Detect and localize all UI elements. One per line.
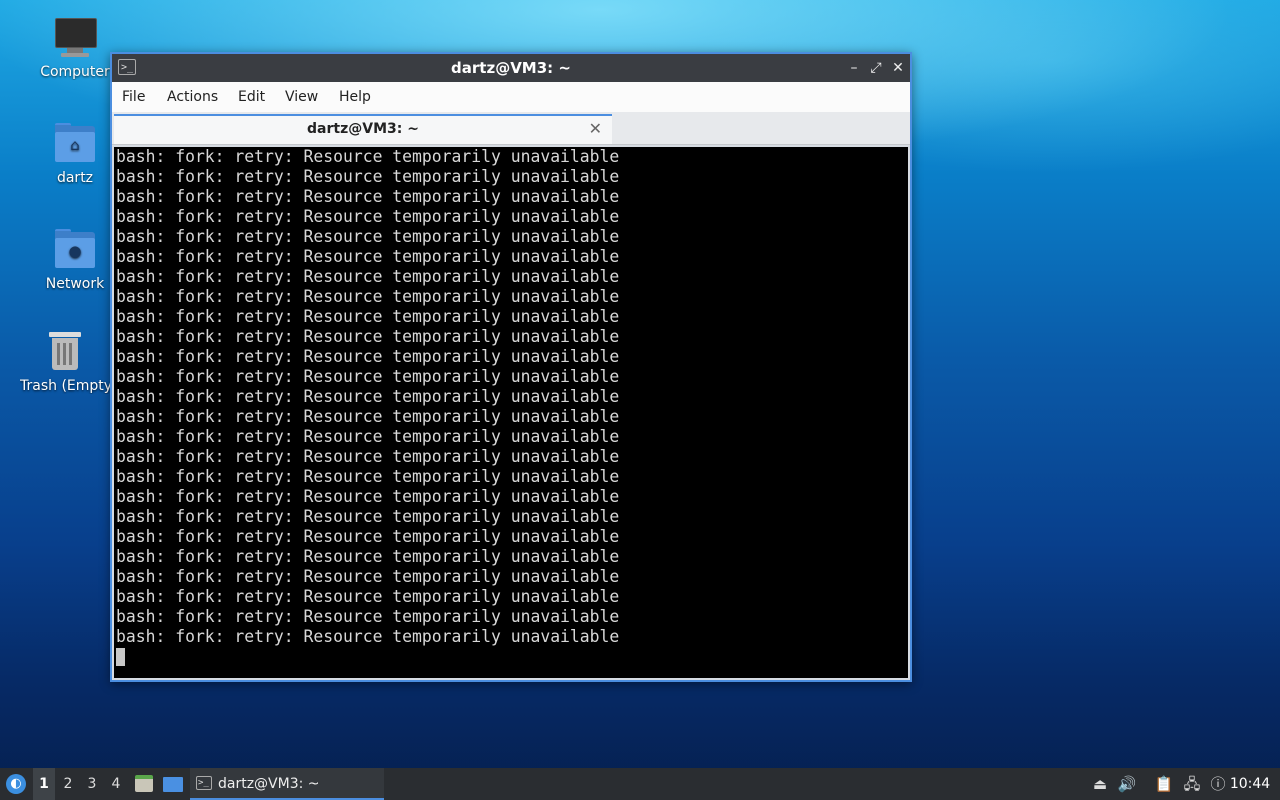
terminal-line: bash: fork: retry: Resource temporarily … xyxy=(116,627,620,646)
terminal-line: bash: fork: retry: Resource temporarily … xyxy=(116,447,620,466)
maximize-button[interactable]: ⤢ xyxy=(866,58,886,78)
terminal-line: bash: fork: retry: Resource temporarily … xyxy=(116,407,620,426)
terminal-lines: bash: fork: retry: Resource temporarily … xyxy=(116,147,619,666)
taskbar: ◐ 1 2 3 4 >_ dartz@VM3: ~ ⏏ 🔊 📋 🖧 ⓘ 10:4… xyxy=(0,768,1280,800)
terminal-line: bash: fork: retry: Resource temporarily … xyxy=(116,327,620,346)
terminal-line: bash: fork: retry: Resource temporarily … xyxy=(116,287,620,306)
minimize-button[interactable]: – xyxy=(844,58,864,78)
terminal-line: bash: fork: retry: Resource temporarily … xyxy=(116,187,620,206)
home-folder-icon: ⌂ xyxy=(53,122,97,166)
tab-label: dartz@VM3: ~ xyxy=(307,121,419,137)
terminal-line: bash: fork: retry: Resource temporarily … xyxy=(116,527,620,546)
terminal-line: bash: fork: retry: Resource temporarily … xyxy=(116,387,620,406)
terminal-line: bash: fork: retry: Resource temporarily … xyxy=(116,227,620,246)
task-label: dartz@VM3: ~ xyxy=(218,776,320,792)
desktop-icon-trash[interactable]: Trash (Empty) xyxy=(20,330,110,394)
terminal-line: bash: fork: retry: Resource temporarily … xyxy=(116,567,620,586)
show-desktop-button[interactable] xyxy=(160,768,186,800)
computer-icon xyxy=(53,16,97,60)
terminal-tab[interactable]: dartz@VM3: ~ ✕ xyxy=(114,114,612,144)
desktop-icon-label: Trash (Empty) xyxy=(20,378,110,394)
terminal-line: bash: fork: retry: Resource temporarily … xyxy=(116,547,620,566)
volume-icon[interactable]: 🔊 xyxy=(1116,768,1138,800)
lubuntu-logo-icon: ◐ xyxy=(6,774,26,794)
terminal-line: bash: fork: retry: Resource temporarily … xyxy=(116,307,620,326)
tab-close-icon[interactable]: ✕ xyxy=(589,119,602,138)
trash-icon xyxy=(43,330,87,374)
workspace-1[interactable]: 1 xyxy=(33,768,55,800)
terminal-line: bash: fork: retry: Resource temporarily … xyxy=(116,587,620,606)
terminal-line: bash: fork: retry: Resource temporarily … xyxy=(116,347,620,366)
terminal-line: bash: fork: retry: Resource temporarily … xyxy=(116,487,620,506)
update-notifier-icon[interactable]: ⓘ xyxy=(1207,768,1229,800)
terminal-line: bash: fork: retry: Resource temporarily … xyxy=(116,507,620,526)
terminal-line: bash: fork: retry: Resource temporarily … xyxy=(116,167,620,186)
eject-icon[interactable]: ⏏ xyxy=(1089,768,1111,800)
terminal-line: bash: fork: retry: Resource temporarily … xyxy=(116,467,620,486)
terminal-line: bash: fork: retry: Resource temporarily … xyxy=(116,367,620,386)
window-titlebar[interactable]: >_ dartz@VM3: ~ – ⤢ ✕ xyxy=(112,54,910,82)
taskbar-task-terminal[interactable]: >_ dartz@VM3: ~ xyxy=(190,768,384,800)
terminal-line: bash: fork: retry: Resource temporarily … xyxy=(116,607,620,626)
workspace-4[interactable]: 4 xyxy=(105,768,127,800)
terminal-cursor xyxy=(116,648,125,666)
menu-edit[interactable]: Edit xyxy=(238,89,265,105)
terminal-task-icon: >_ xyxy=(196,776,212,790)
file-manager-launcher[interactable] xyxy=(132,768,156,800)
menu-bar: File Actions Edit View Help xyxy=(112,82,910,112)
clipboard-icon[interactable]: 📋 xyxy=(1153,768,1175,800)
start-menu-button[interactable]: ◐ xyxy=(4,768,28,800)
clock[interactable]: 10:44 xyxy=(1228,768,1272,800)
menu-view[interactable]: View xyxy=(285,89,318,105)
terminal-output[interactable]: bash: fork: retry: Resource temporarily … xyxy=(114,147,908,678)
terminal-line: bash: fork: retry: Resource temporarily … xyxy=(116,267,620,286)
desktop-icon xyxy=(163,777,183,792)
terminal-line: bash: fork: retry: Resource temporarily … xyxy=(116,427,620,446)
network-folder-icon: ● xyxy=(53,228,97,272)
tab-bar: dartz@VM3: ~ ✕ xyxy=(112,112,910,145)
terminal-line: bash: fork: retry: Resource temporarily … xyxy=(116,207,620,226)
menu-help[interactable]: Help xyxy=(339,89,371,105)
terminal-line: bash: fork: retry: Resource temporarily … xyxy=(116,247,620,266)
workspace-3[interactable]: 3 xyxy=(81,768,103,800)
window-title: dartz@VM3: ~ xyxy=(451,59,571,77)
terminal-line: bash: fork: retry: Resource temporarily … xyxy=(116,147,620,166)
close-button[interactable]: ✕ xyxy=(888,58,908,78)
menu-actions[interactable]: Actions xyxy=(167,89,218,105)
file-cabinet-icon xyxy=(135,775,153,792)
menu-file[interactable]: File xyxy=(122,89,145,105)
terminal-window[interactable]: >_ dartz@VM3: ~ – ⤢ ✕ File Actions Edit … xyxy=(110,52,912,682)
workspace-2[interactable]: 2 xyxy=(57,768,79,800)
network-icon[interactable]: 🖧 xyxy=(1181,768,1203,800)
